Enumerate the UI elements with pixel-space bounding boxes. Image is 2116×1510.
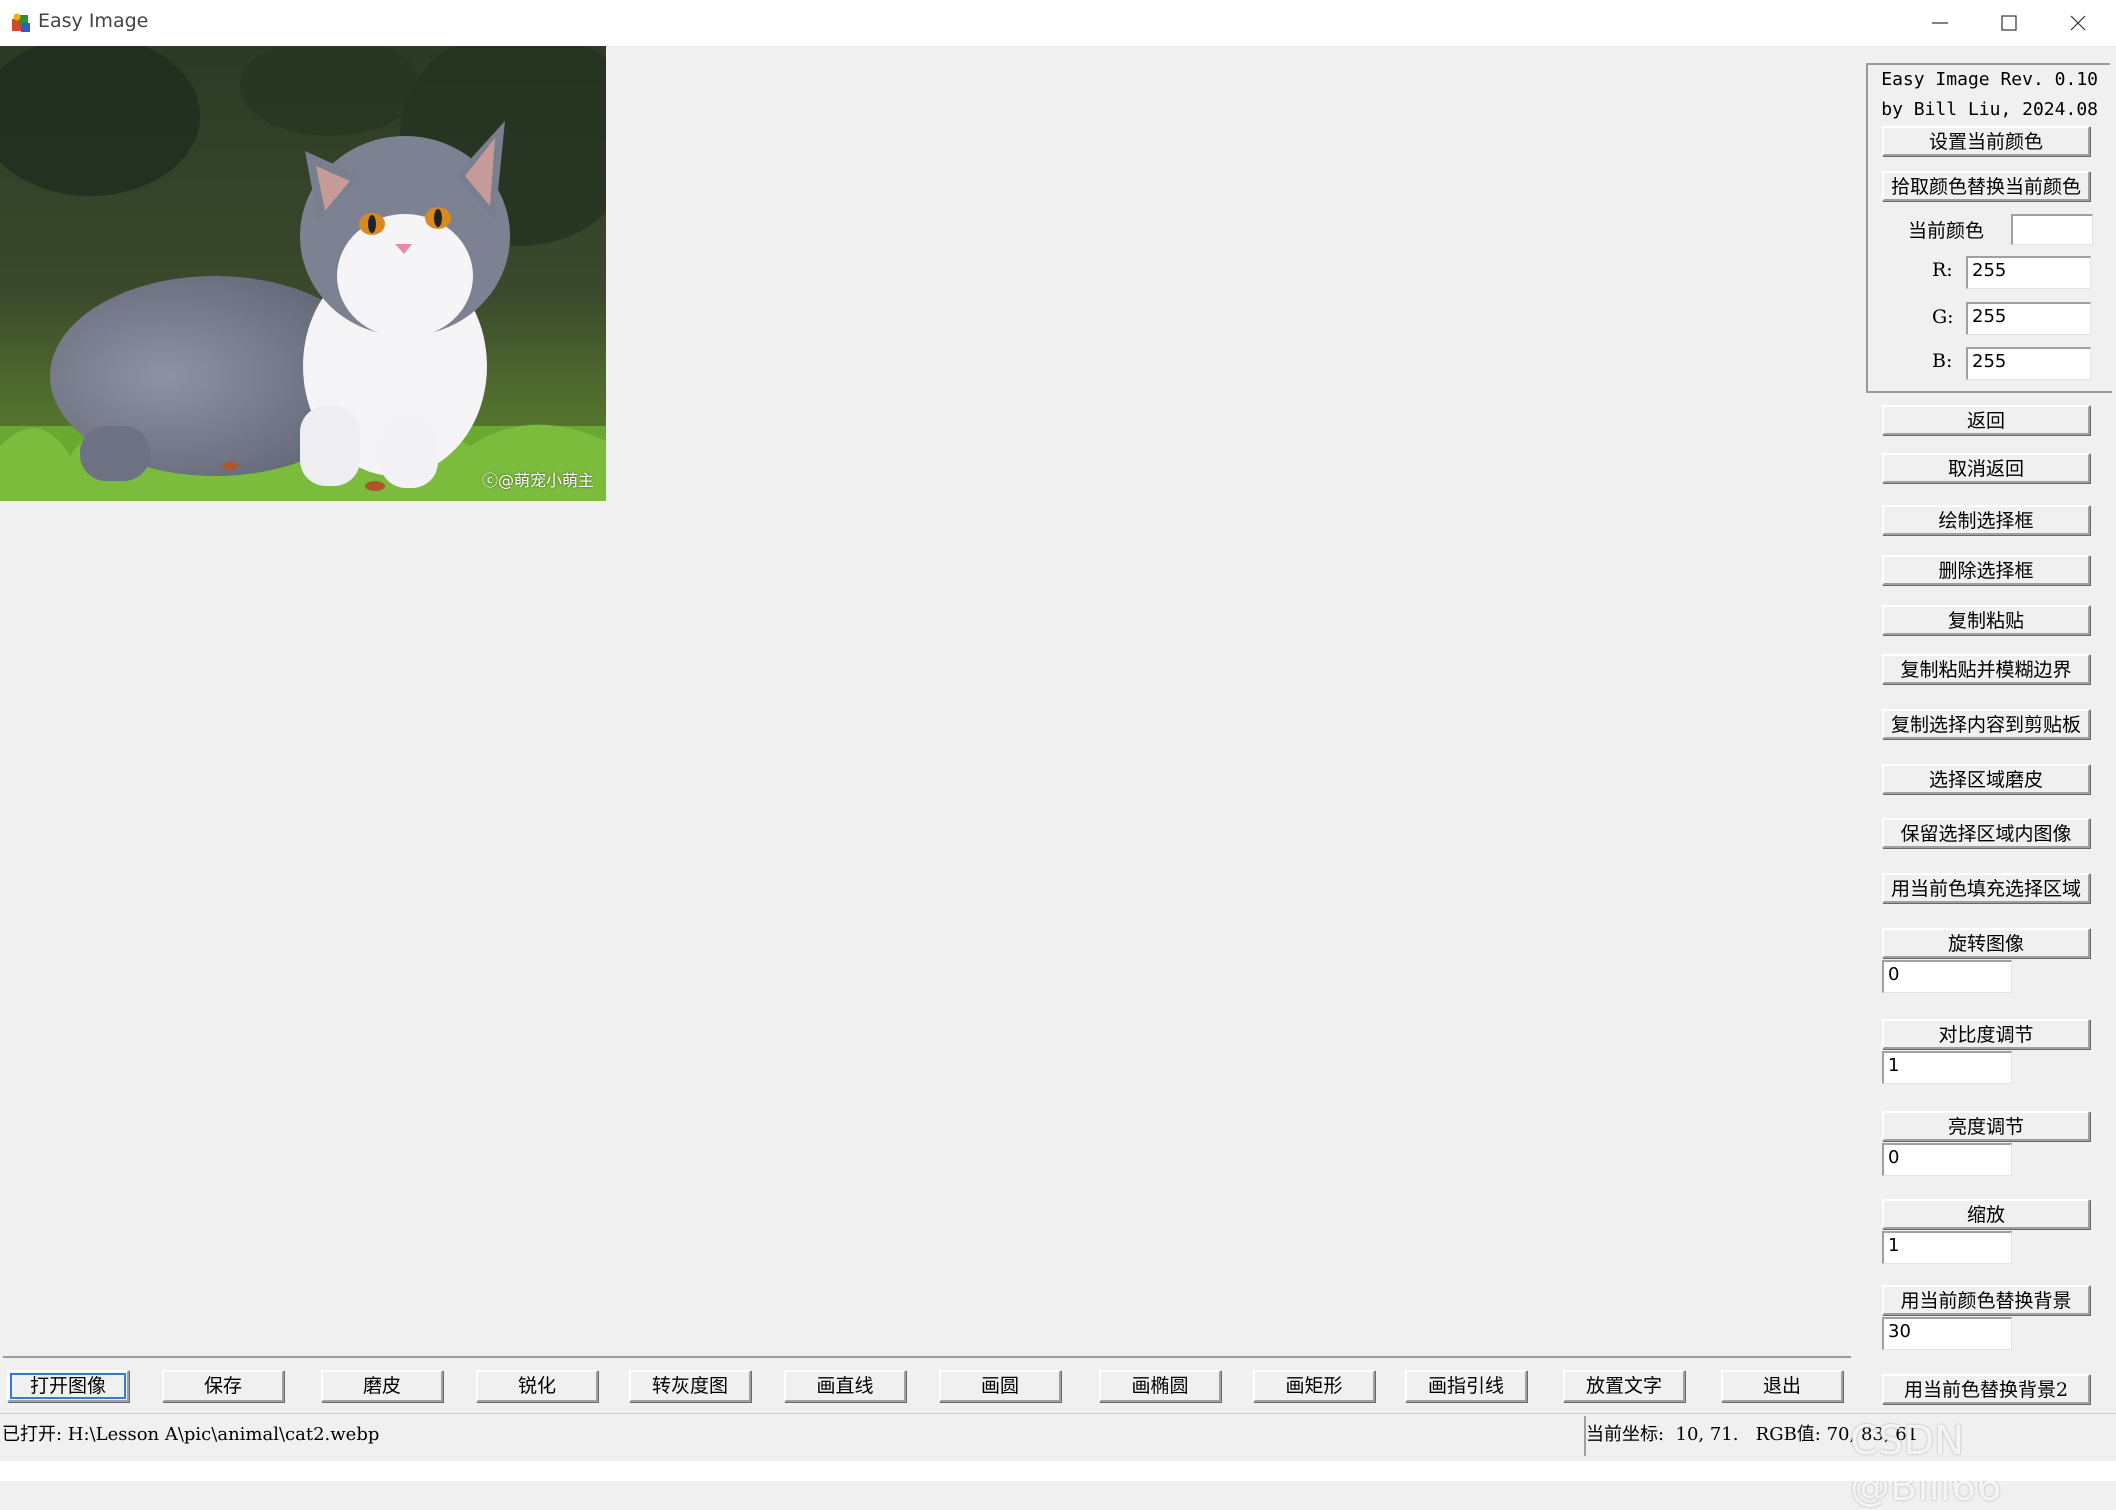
delete-selection-button[interactable]: 删除选择框 <box>1882 555 2090 585</box>
fill-region-button[interactable]: 用当前色填充选择区域 <box>1882 873 2090 903</box>
author-text: by Bill Liu, 2024.08 <box>1881 99 2098 120</box>
rotate-button[interactable]: 旋转图像 <box>1882 928 2090 958</box>
brightness-value-field[interactable]: 0 <box>1882 1143 2012 1176</box>
minimize-button[interactable] <box>1906 0 1974 46</box>
cat-photo <box>0 46 606 501</box>
g-label: G: <box>1932 306 1954 328</box>
current-color-swatch[interactable] <box>2011 214 2093 245</box>
sharpen-button[interactable]: 锐化 <box>476 1370 598 1402</box>
undo-button[interactable]: 返回 <box>1882 405 2090 435</box>
copy-paste-button[interactable]: 复制粘贴 <box>1882 605 2090 635</box>
draw-line-button[interactable]: 画直线 <box>784 1370 906 1402</box>
b-value-field[interactable]: 255 <box>1966 347 2091 380</box>
image-watermark: ⓒ@萌宠小萌主 <box>481 471 594 490</box>
place-text-button[interactable]: 放置文字 <box>1563 1370 1685 1402</box>
pick-color-button[interactable]: 拾取颜色替换当前颜色 <box>1882 171 2090 201</box>
close-icon <box>2070 15 2086 31</box>
window-bottom-edge <box>0 1461 2116 1481</box>
status-bar: 已打开: H:\Lesson A\pic\animal\cat2.webp 当前… <box>0 1413 2116 1462</box>
current-color-label: 当前颜色 <box>1908 220 1985 242</box>
maximize-button[interactable] <box>1975 0 2043 46</box>
zoom-value-field[interactable]: 1 <box>1882 1231 2012 1264</box>
image-canvas[interactable]: ⓒ@萌宠小萌主 <box>0 46 1856 1346</box>
app-icon <box>12 13 30 32</box>
window-title: Easy Image <box>38 10 149 32</box>
open-image-button[interactable]: 打开图像 <box>7 1370 129 1402</box>
exit-button[interactable]: 退出 <box>1721 1370 1843 1402</box>
draw-ellipse-button[interactable]: 画椭圆 <box>1099 1370 1221 1402</box>
rotate-value-field[interactable]: 0 <box>1882 960 2012 993</box>
contrast-button[interactable]: 对比度调节 <box>1882 1019 2090 1049</box>
replace-bg2-button[interactable]: 用当前色替换背景2 <box>1882 1374 2090 1404</box>
draw-selection-button[interactable]: 绘制选择框 <box>1882 505 2090 535</box>
save-button[interactable]: 保存 <box>162 1370 284 1402</box>
copy-paste-blur-button[interactable]: 复制粘贴并模糊边界 <box>1882 654 2090 684</box>
g-value-field[interactable]: 255 <box>1966 302 2091 335</box>
draw-rect-button[interactable]: 画矩形 <box>1253 1370 1375 1402</box>
minimize-icon <box>1932 22 1948 24</box>
r-value-field[interactable]: 255 <box>1966 256 2091 289</box>
control-panel: Easy Image Rev. 0.10 by Bill Liu, 2024.0… <box>1866 63 2112 1413</box>
grayscale-button[interactable]: 转灰度图 <box>629 1370 751 1402</box>
loaded-image-cat[interactable]: ⓒ@萌宠小萌主 <box>0 46 606 501</box>
brightness-button[interactable]: 亮度调节 <box>1882 1111 2090 1141</box>
app-window: Easy Image ⓒ@萌宠小萌主 Easy Image Rev. 0.10 … <box>0 0 2116 1510</box>
maximize-icon <box>2001 15 2017 31</box>
smooth-skin-button[interactable]: 磨皮 <box>321 1370 443 1402</box>
copy-to-clipboard-button[interactable]: 复制选择内容到剪贴板 <box>1882 709 2090 739</box>
status-file-path: 已打开: H:\Lesson A\pic\animal\cat2.webp <box>2 1424 380 1445</box>
set-color-button[interactable]: 设置当前颜色 <box>1882 126 2090 156</box>
replace-bg-threshold-field[interactable]: 30 <box>1882 1317 2012 1350</box>
r-label: R: <box>1932 259 1953 281</box>
bottom-toolbar: 打开图像 保存 磨皮 锐化 转灰度图 画直线 画圆 画椭圆 画矩形 画指引线 放… <box>3 1356 1851 1408</box>
smooth-region-button[interactable]: 选择区域磨皮 <box>1882 764 2090 794</box>
contrast-value-field[interactable]: 1 <box>1882 1051 2012 1084</box>
replace-bg-button[interactable]: 用当前颜色替换背景 <box>1882 1285 2090 1315</box>
close-button[interactable] <box>2044 0 2112 46</box>
panel-divider <box>1866 391 2112 393</box>
keep-region-button[interactable]: 保留选择区域内图像 <box>1882 818 2090 848</box>
b-label: B: <box>1932 350 1953 372</box>
title-bar[interactable]: Easy Image <box>0 0 2116 47</box>
zoom-button[interactable]: 缩放 <box>1882 1199 2090 1229</box>
draw-guideline-button[interactable]: 画指引线 <box>1405 1370 1527 1402</box>
draw-circle-button[interactable]: 画圆 <box>939 1370 1061 1402</box>
redo-button[interactable]: 取消返回 <box>1882 453 2090 483</box>
version-text: Easy Image Rev. 0.10 <box>1881 69 2098 90</box>
